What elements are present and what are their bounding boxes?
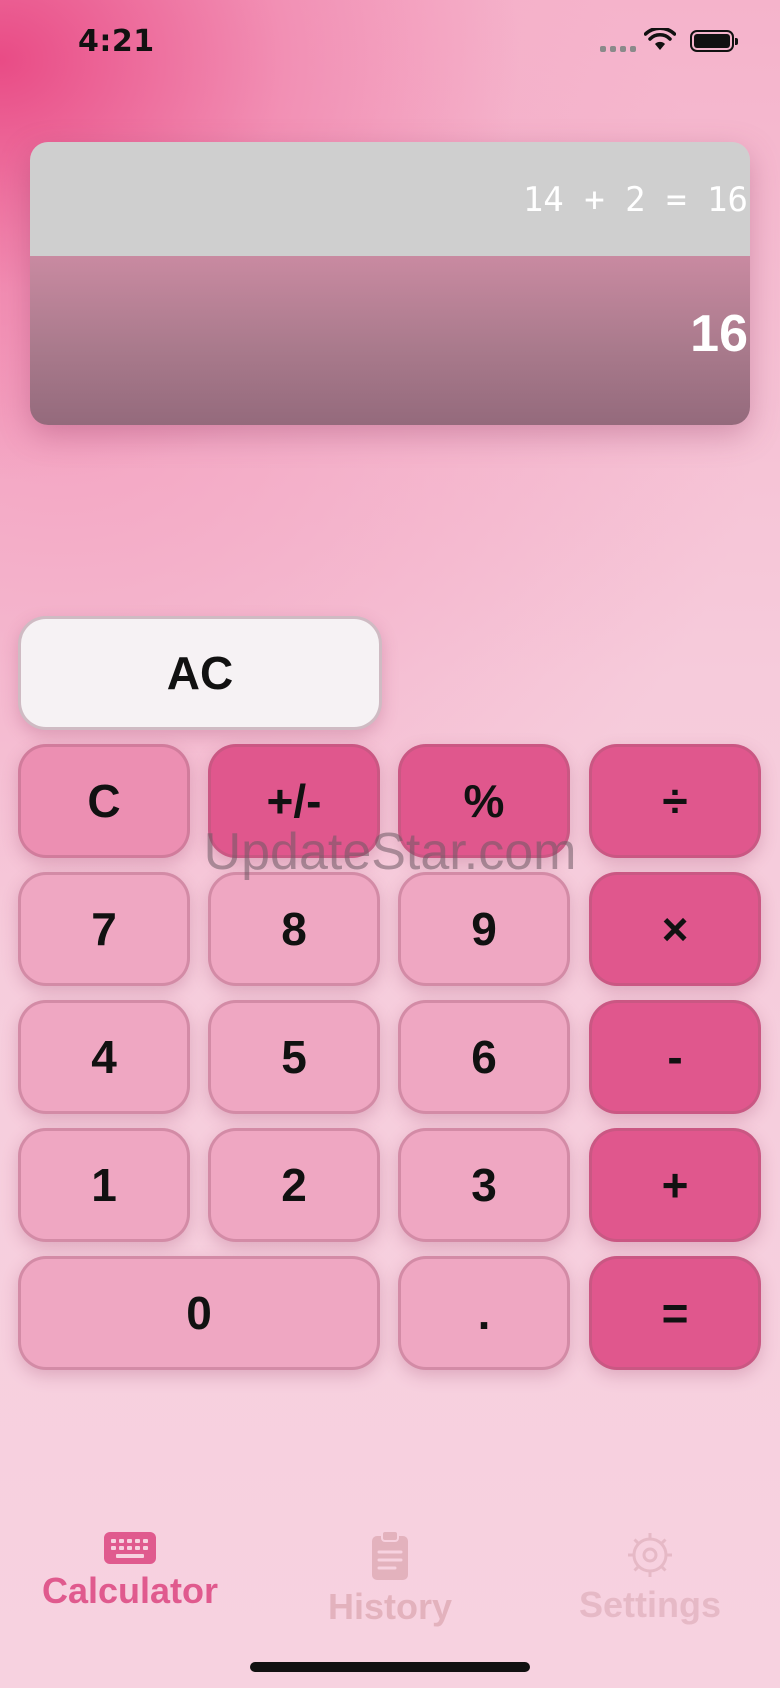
digit-8-button[interactable]: 8: [208, 872, 380, 986]
digit-4-button[interactable]: 4: [18, 1000, 190, 1114]
decimal-button[interactable]: .: [398, 1256, 570, 1370]
digit-6-button[interactable]: 6: [398, 1000, 570, 1114]
digit-9-button[interactable]: 9: [398, 872, 570, 986]
clear-button[interactable]: C: [18, 744, 190, 858]
tab-bar: Calculator History Settings: [0, 1530, 780, 1670]
history-expression: 14 + 2 = 16: [522, 180, 748, 220]
sign-toggle-button[interactable]: +/-: [208, 744, 380, 858]
wifi-icon: [644, 28, 676, 50]
gear-icon: [628, 1533, 672, 1577]
battery-icon: [690, 30, 738, 52]
tab-history-label: History: [327, 1586, 453, 1627]
tab-calculator[interactable]: Calculator: [30, 1530, 230, 1612]
history-line: 14 + 2 = 16: [30, 142, 750, 256]
divide-button[interactable]: ÷: [589, 744, 761, 858]
tab-calculator-label: Calculator: [41, 1570, 219, 1611]
tab-history[interactable]: History: [290, 1530, 490, 1628]
multiply-button[interactable]: ×: [589, 872, 761, 986]
tab-settings[interactable]: Settings: [550, 1530, 750, 1626]
cellular-signal-icon: [600, 46, 636, 52]
digit-1-button[interactable]: 1: [18, 1128, 190, 1242]
percent-button[interactable]: %: [398, 744, 570, 858]
calculator-display: 14 + 2 = 16 16: [30, 142, 750, 425]
digit-7-button[interactable]: 7: [18, 872, 190, 986]
digit-3-button[interactable]: 3: [398, 1128, 570, 1242]
ac-button[interactable]: AC: [18, 616, 382, 730]
tab-settings-label: Settings: [578, 1584, 721, 1625]
digit-0-button[interactable]: 0: [18, 1256, 380, 1370]
status-time: 4:21: [78, 24, 155, 59]
result-area: 16: [30, 256, 750, 425]
digit-5-button[interactable]: 5: [208, 1000, 380, 1114]
keyboard-icon: [104, 1532, 156, 1564]
minus-button[interactable]: -: [589, 1000, 761, 1114]
status-bar: 4:21: [0, 0, 780, 90]
digit-2-button[interactable]: 2: [208, 1128, 380, 1242]
clipboard-icon: [372, 1530, 408, 1580]
result-value: 16: [690, 305, 748, 363]
plus-button[interactable]: +: [589, 1128, 761, 1242]
equals-button[interactable]: =: [589, 1256, 761, 1370]
home-indicator: [250, 1662, 530, 1672]
